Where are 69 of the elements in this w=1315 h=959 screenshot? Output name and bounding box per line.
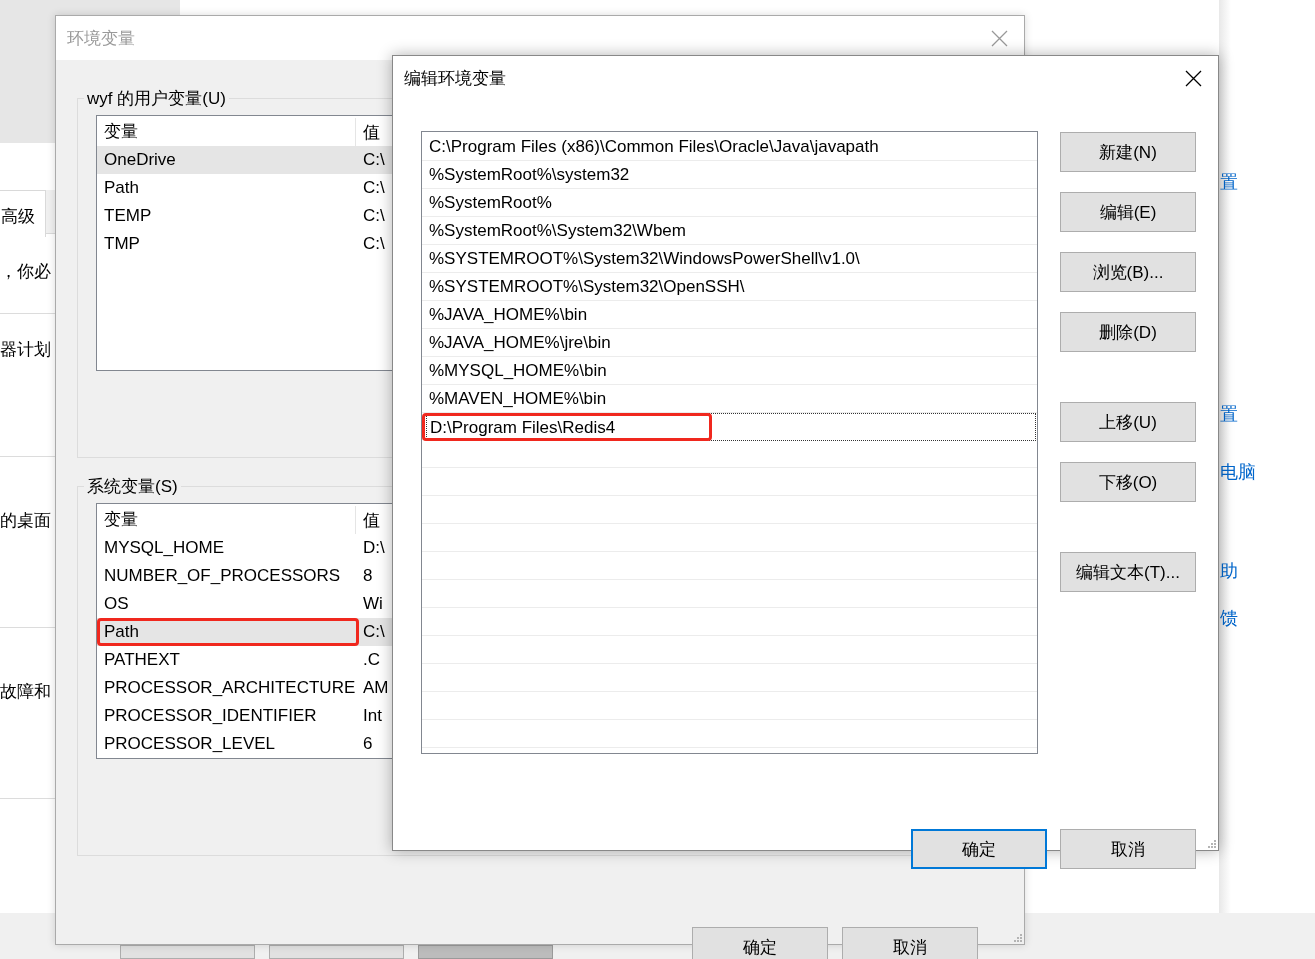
window-title: 编辑环境变量 — [404, 67, 506, 90]
label-text: 故障和 — [0, 681, 51, 703]
table-cell-text: MYSQL_HOME — [103, 538, 225, 558]
dialog-button[interactable]: 取消 — [842, 927, 978, 959]
settings-link[interactable]: 置 — [1220, 170, 1238, 194]
table-cell-text: .C — [362, 650, 381, 670]
dialog-button[interactable]: 上移(U) — [1060, 402, 1196, 442]
group-label: wyf 的用户变量(U) — [84, 87, 229, 110]
resize-grip-icon[interactable] — [1206, 838, 1216, 848]
resize-grip-icon[interactable] — [1012, 932, 1022, 942]
dialog-button[interactable]: 删除(D) — [1060, 312, 1196, 352]
table-row[interactable]: TMP C:\ — [97, 230, 393, 258]
table-cell-text: OneDrive — [103, 150, 177, 170]
table-row[interactable]: OS Wi — [97, 590, 393, 618]
table-cell-text: PROCESSOR_LEVEL — [103, 734, 276, 754]
table-row[interactable]: PATHEXT .C — [97, 646, 393, 674]
column-header[interactable]: 值 — [356, 120, 393, 144]
table-row[interactable]: NUMBER_OF_PROCESSORS 8 — [97, 562, 393, 590]
table-cell-text: PROCESSOR_IDENTIFIER — [103, 706, 318, 726]
table-row[interactable]: PROCESSOR_ARCHITECTURE AM — [97, 674, 393, 702]
table-cell-text: PATHEXT — [103, 650, 181, 670]
table-cell-text: PROCESSOR_ARCHITECTURE — [103, 678, 356, 698]
settings-link[interactable]: 助 — [1220, 559, 1238, 583]
dialog-button[interactable] — [120, 945, 255, 959]
dialog-button[interactable] — [269, 945, 404, 959]
table-cell-text: 6 — [362, 734, 374, 754]
table-cell-text: C:\ — [362, 206, 386, 226]
dialog-button[interactable]: 新建(N) — [1060, 132, 1196, 172]
table-cell-text: Wi — [362, 594, 384, 614]
table-cell-text: NUMBER_OF_PROCESSORS — [103, 566, 342, 586]
settings-link[interactable]: 馈 — [1220, 606, 1238, 630]
label-text: 器计划 — [0, 339, 51, 361]
dialog-button[interactable]: 编辑(E) — [1060, 192, 1196, 232]
column-header[interactable]: 值 — [356, 508, 393, 532]
table-row[interactable]: TEMP C:\ — [97, 202, 393, 230]
table-cell-text: C:\ — [362, 622, 386, 642]
tab[interactable]: 高级 — [0, 190, 46, 237]
table-row[interactable]: OneDrive C:\ — [97, 146, 393, 174]
table-cell-text: D:\ — [362, 538, 386, 558]
settings-link[interactable]: 置 — [1220, 402, 1238, 426]
table-cell-text: C:\ — [362, 150, 386, 170]
dialog-button[interactable]: 编辑文本(T)... — [1060, 552, 1196, 592]
table-cell-text: Path — [103, 178, 140, 198]
dialog-button[interactable]: 确定 — [692, 927, 828, 959]
table-cell-text: 8 — [362, 566, 374, 586]
close-icon[interactable] — [1185, 69, 1202, 87]
table-cell-text: AM — [362, 678, 390, 698]
table-row[interactable]: PROCESSOR_LEVEL 6 — [97, 730, 393, 758]
table-cell-text: C:\ — [362, 234, 386, 254]
table-row[interactable]: PROCESSOR_IDENTIFIER Int — [97, 702, 393, 730]
dialog-button[interactable]: 下移(O) — [1060, 462, 1196, 502]
dialog-button[interactable]: 取消 — [1060, 829, 1196, 869]
table-cell-text: TEMP — [103, 206, 153, 226]
window-title: 环境变量 — [67, 27, 135, 50]
table-cell-text: TMP — [103, 234, 141, 254]
table-row[interactable]: Path C:\ — [97, 174, 393, 202]
settings-link[interactable]: 电脑 — [1220, 460, 1256, 484]
table-cell-text: C:\ — [362, 178, 386, 198]
table-cell-text: OS — [103, 594, 130, 614]
table-row[interactable]: MYSQL_HOME D:\ — [97, 534, 393, 562]
dialog-button[interactable]: 确定 — [911, 829, 1047, 869]
table-cell-text: Path — [103, 622, 140, 642]
label-text: ，你必 — [0, 261, 51, 283]
column-header[interactable]: 变量 — [97, 506, 356, 534]
table-cell-text: Int — [362, 706, 383, 726]
table-row[interactable]: Path C:\ — [97, 618, 393, 646]
label-text: 的桌面 — [0, 510, 51, 532]
dialog-button[interactable]: 浏览(B)... — [1060, 252, 1196, 292]
group-label: 系统变量(S) — [84, 475, 181, 498]
